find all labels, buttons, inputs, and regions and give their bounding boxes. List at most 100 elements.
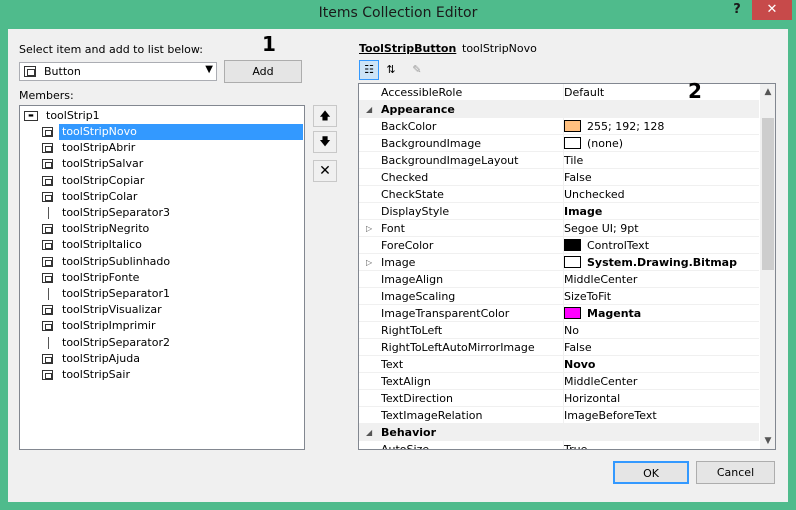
ok-button[interactable]: OK [613, 461, 689, 484]
separator-icon [48, 288, 49, 300]
property-row[interactable]: AutoSize True [359, 441, 759, 450]
property-value-text: Magenta [587, 307, 642, 320]
property-value-text: (none) [587, 137, 624, 150]
property-value-text: Tile [564, 154, 584, 167]
property-row[interactable]: DisplayStyle Image [359, 203, 759, 220]
property-value[interactable]: 255; 192; 128 [563, 118, 759, 135]
property-value[interactable]: MiddleCenter [563, 271, 759, 288]
member-item[interactable]: toolStripSalvar [42, 156, 302, 172]
property-value[interactable]: True [563, 441, 759, 450]
scroll-thumb[interactable] [762, 118, 774, 270]
cancel-button[interactable]: Cancel [696, 461, 775, 484]
member-item[interactable]: toolStripAjuda [42, 351, 302, 367]
member-item[interactable]: toolStripFonte [42, 270, 302, 286]
property-row[interactable]: ForeColor ControlText [359, 237, 759, 254]
property-row[interactable]: RightToLeftAutoMirrorImage False [359, 339, 759, 356]
member-item[interactable]: toolStripSeparator3 [42, 205, 302, 221]
property-name: ImageTransparentColor [381, 307, 510, 320]
property-value-text: Segoe UI; 9pt [564, 222, 639, 235]
property-value[interactable]: False [563, 339, 759, 356]
move-up-button[interactable]: 🡅 [313, 105, 337, 127]
close-button[interactable]: ✕ [752, 0, 792, 20]
property-name: ImageAlign [381, 273, 444, 286]
expand-icon[interactable]: ▷ [366, 220, 376, 237]
property-value[interactable]: System.Drawing.Bitmap [563, 254, 759, 271]
property-row[interactable]: TextImageRelation ImageBeforeText [359, 407, 759, 424]
property-row[interactable]: ImageTransparentColor Magenta [359, 305, 759, 322]
separator-icon [48, 207, 49, 219]
property-category[interactable]: ◢ Behavior [359, 424, 759, 441]
categorized-view-button[interactable]: ☷ [359, 60, 379, 80]
tree-root[interactable]: ▬ toolStrip1 [24, 108, 294, 124]
property-value[interactable]: SizeToFit [563, 288, 759, 305]
property-grid-scrollbar[interactable]: ▲ ▼ [760, 84, 775, 449]
property-row[interactable]: RightToLeft No [359, 322, 759, 339]
property-row[interactable]: BackgroundImage (none) [359, 135, 759, 152]
property-value[interactable]: Image [563, 203, 759, 220]
property-value-text: True [564, 443, 588, 450]
property-row[interactable]: ImageScaling SizeToFit [359, 288, 759, 305]
property-row[interactable]: ImageAlign MiddleCenter [359, 271, 759, 288]
member-item[interactable]: toolStripSeparator2 [42, 335, 302, 351]
collapse-icon[interactable]: ◢ [366, 101, 376, 118]
item-type-combo[interactable]: Button ▼ [19, 62, 217, 81]
member-item[interactable]: toolStripSair [42, 367, 302, 383]
property-value-text: Image [564, 205, 603, 218]
property-row[interactable]: Text Novo [359, 356, 759, 373]
property-name: TextDirection [381, 392, 453, 405]
scroll-down-icon[interactable]: ▼ [760, 433, 775, 449]
move-down-button[interactable]: 🡇 [313, 131, 337, 153]
property-value[interactable]: ImageBeforeText [563, 407, 759, 424]
member-item[interactable]: toolStripNegrito [42, 221, 302, 237]
property-row[interactable]: TextDirection Horizontal [359, 390, 759, 407]
property-value[interactable]: MiddleCenter [563, 373, 759, 390]
button-item-icon [42, 321, 53, 332]
add-button[interactable]: Add [224, 60, 302, 83]
remove-button[interactable]: ✕ [313, 160, 337, 182]
property-value[interactable]: Novo [563, 356, 759, 373]
property-row[interactable]: ▷ Image System.Drawing.Bitmap [359, 254, 759, 271]
member-item[interactable]: toolStripAbrir [42, 140, 302, 156]
collapse-icon[interactable]: ◢ [366, 424, 376, 441]
member-item[interactable]: toolStripSublinhado [42, 254, 302, 270]
wrench-icon: ✎ [412, 63, 422, 76]
member-item[interactable]: toolStripSeparator1 [42, 286, 302, 302]
property-row[interactable]: BackgroundImageLayout Tile [359, 152, 759, 169]
property-grid[interactable]: ▲ ▼ AccessibleRole Default ◢ Appearance Back… [358, 83, 776, 450]
property-name: TextImageRelation [381, 409, 483, 422]
property-row[interactable]: CheckState Unchecked [359, 186, 759, 203]
property-value[interactable]: Unchecked [563, 186, 759, 203]
property-pages-button[interactable]: ✎ [407, 60, 427, 80]
property-value[interactable]: Horizontal [563, 390, 759, 407]
property-value[interactable]: (none) [563, 135, 759, 152]
property-row[interactable]: Checked False [359, 169, 759, 186]
property-category[interactable]: ◢ Appearance [359, 101, 759, 118]
property-name: BackgroundImage [381, 137, 482, 150]
property-value[interactable]: Segoe UI; 9pt [563, 220, 759, 237]
property-value[interactable]: Magenta [563, 305, 759, 322]
property-value[interactable]: False [563, 169, 759, 186]
alphabetical-view-button[interactable]: ⇅ [381, 60, 401, 80]
sort-az-icon: ⇅ [386, 63, 396, 76]
property-row[interactable]: BackColor 255; 192; 128 [359, 118, 759, 135]
property-value[interactable]: No [563, 322, 759, 339]
member-item[interactable]: toolStripItalico [42, 237, 302, 253]
member-item[interactable]: toolStripImprimir [42, 318, 302, 334]
property-value[interactable]: Default [563, 84, 759, 101]
member-item[interactable]: toolStripVisualizar [42, 302, 302, 318]
property-value[interactable]: ControlText [563, 237, 759, 254]
member-item[interactable]: toolStripColar [42, 189, 302, 205]
chevron-down-icon[interactable]: ▼ [205, 64, 213, 75]
member-item[interactable]: toolStripNovo [42, 124, 303, 140]
dialog-client: Select item and add to list below: 1 But… [8, 29, 788, 502]
expand-icon[interactable]: ▷ [366, 254, 376, 271]
object-type: ToolStripButton [359, 42, 457, 55]
property-row[interactable]: ▷ Font Segoe UI; 9pt [359, 220, 759, 237]
help-button[interactable]: ? [726, 0, 748, 20]
scroll-up-icon[interactable]: ▲ [760, 84, 775, 100]
member-item[interactable]: toolStripCopiar [42, 173, 302, 189]
annotation-2: 2 [688, 79, 702, 103]
property-row[interactable]: TextAlign MiddleCenter [359, 373, 759, 390]
property-value[interactable]: Tile [563, 152, 759, 169]
members-tree[interactable]: ▬ toolStrip1 toolStripNovo toolStripAbrir… [19, 105, 305, 450]
